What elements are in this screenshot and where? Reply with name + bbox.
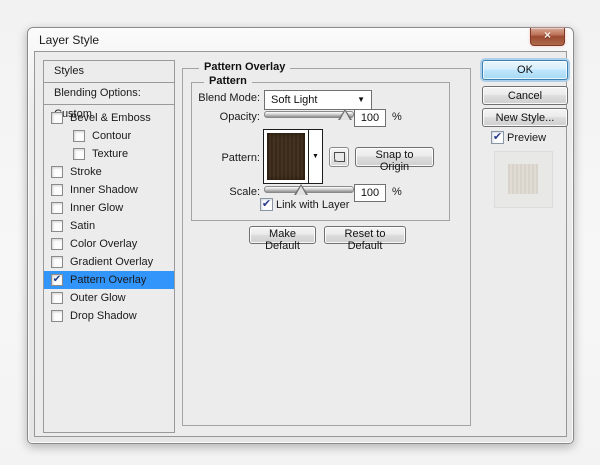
reset-to-default-button[interactable]: Reset to Default: [324, 226, 406, 252]
sidebar-item-label: Color Overlay: [70, 238, 138, 250]
scale-slider[interactable]: [264, 183, 354, 197]
opacity-unit: %: [392, 111, 402, 123]
scale-unit: %: [392, 186, 402, 198]
checkbox-icon[interactable]: [73, 130, 85, 142]
checkbox-icon[interactable]: [51, 184, 63, 196]
pattern-overlay-group-title: Pattern Overlay: [199, 61, 291, 73]
cancel-button[interactable]: Cancel: [482, 86, 568, 105]
sidebar-item-inner-glow[interactable]: Inner Glow: [44, 199, 174, 217]
styles-list: Styles Blending Options: Custom Bevel & …: [43, 60, 175, 433]
sidebar-item-label: Inner Shadow: [70, 184, 138, 196]
new-style-button[interactable]: New Style...: [482, 108, 568, 127]
sidebar-item-drop-shadow[interactable]: Drop Shadow: [44, 307, 174, 325]
preview-label: Preview: [507, 132, 547, 144]
blend-mode-label: Blend Mode:: [198, 92, 260, 104]
blend-mode-select[interactable]: Soft Light ▼: [264, 90, 372, 110]
sidebar-item-label: Drop Shadow: [70, 310, 137, 322]
sidebar-item-pattern-overlay[interactable]: ✔ Pattern Overlay: [44, 271, 174, 289]
close-icon[interactable]: ×: [530, 28, 565, 46]
sidebar-item-texture[interactable]: Texture: [44, 145, 174, 163]
checkbox-icon[interactable]: [51, 310, 63, 322]
sidebar-item-label: Texture: [92, 148, 129, 160]
sidebar-item-stroke[interactable]: Stroke: [44, 163, 174, 181]
new-pattern-button[interactable]: [329, 147, 349, 167]
checkbox-icon[interactable]: [51, 256, 63, 268]
sidebar-item-contour[interactable]: Contour: [44, 127, 174, 145]
sidebar-item-label: Satin: [70, 220, 96, 232]
pattern-picker-arrow-strip[interactable]: ▼: [308, 130, 322, 183]
scale-slider-track[interactable]: [264, 186, 354, 193]
sidebar-item-satin[interactable]: Satin: [44, 217, 174, 235]
link-with-layer-checkbox[interactable]: ✔: [260, 198, 273, 211]
chevron-down-icon: ▼: [312, 153, 319, 160]
checkbox-icon[interactable]: [51, 112, 63, 124]
sidebar-item-label: Outer Glow: [70, 292, 126, 304]
opacity-slider[interactable]: [264, 108, 354, 122]
sidebar-item-label: Contour: [92, 130, 132, 142]
checkbox-icon[interactable]: [73, 148, 85, 160]
dialog-client-area: Styles Blending Options: Custom Bevel & …: [34, 51, 568, 437]
opacity-slider-thumb[interactable]: [338, 109, 352, 120]
style-preview-thumbnail: [494, 151, 553, 208]
layer-style-dialog: Layer Style × Styles Blending Options: C…: [27, 27, 574, 444]
pattern-label: Pattern:: [221, 152, 260, 164]
link-with-layer-label: Link with Layer: [276, 199, 350, 211]
checkbox-icon[interactable]: ✔: [51, 274, 63, 286]
new-pattern-icon: [334, 152, 345, 162]
checkbox-icon[interactable]: [51, 202, 63, 214]
snap-to-origin-button[interactable]: Snap to Origin: [355, 147, 434, 173]
title-bar[interactable]: Layer Style ×: [28, 28, 573, 51]
sidebar-item-label: Pattern Overlay: [70, 274, 147, 286]
sidebar-item-label: Stroke: [70, 166, 102, 178]
styles-header[interactable]: Styles: [44, 61, 174, 83]
preview-checkbox[interactable]: ✔: [491, 131, 504, 144]
checkbox-icon[interactable]: [51, 220, 63, 232]
sidebar-item-outer-glow[interactable]: Outer Glow: [44, 289, 174, 307]
dialog-title: Layer Style: [39, 33, 100, 47]
chevron-down-icon: ▼: [357, 95, 365, 104]
scale-input[interactable]: 100: [354, 184, 386, 202]
opacity-input[interactable]: 100: [354, 109, 386, 127]
pattern-swatch[interactable]: [267, 133, 305, 180]
sidebar-item-inner-shadow[interactable]: Inner Shadow: [44, 181, 174, 199]
sidebar-item-label: Inner Glow: [70, 202, 124, 214]
opacity-label: Opacity:: [219, 111, 260, 123]
sidebar-item-label: Gradient Overlay: [70, 256, 154, 268]
checkbox-icon[interactable]: [51, 166, 63, 178]
scale-slider-thumb[interactable]: [294, 184, 308, 195]
style-preview-pattern: [508, 164, 538, 194]
pattern-subgroup-title: Pattern: [204, 75, 252, 87]
sidebar-item-label: Bevel & Emboss: [70, 112, 151, 124]
scale-label: Scale:: [229, 186, 260, 198]
sidebar-items: Bevel & Emboss Contour Texture Stroke Inner …: [44, 105, 174, 325]
make-default-button[interactable]: Make Default: [249, 226, 316, 252]
ok-button[interactable]: OK: [482, 60, 568, 80]
checkbox-icon[interactable]: [51, 292, 63, 304]
checkbox-icon[interactable]: [51, 238, 63, 250]
sidebar-item-color-overlay[interactable]: Color Overlay: [44, 235, 174, 253]
sidebar-item-gradient-overlay[interactable]: Gradient Overlay: [44, 253, 174, 271]
blending-options-row[interactable]: Blending Options: Custom: [44, 83, 174, 120]
pattern-picker[interactable]: ▼: [263, 129, 323, 184]
blend-mode-value: Soft Light: [271, 94, 318, 106]
